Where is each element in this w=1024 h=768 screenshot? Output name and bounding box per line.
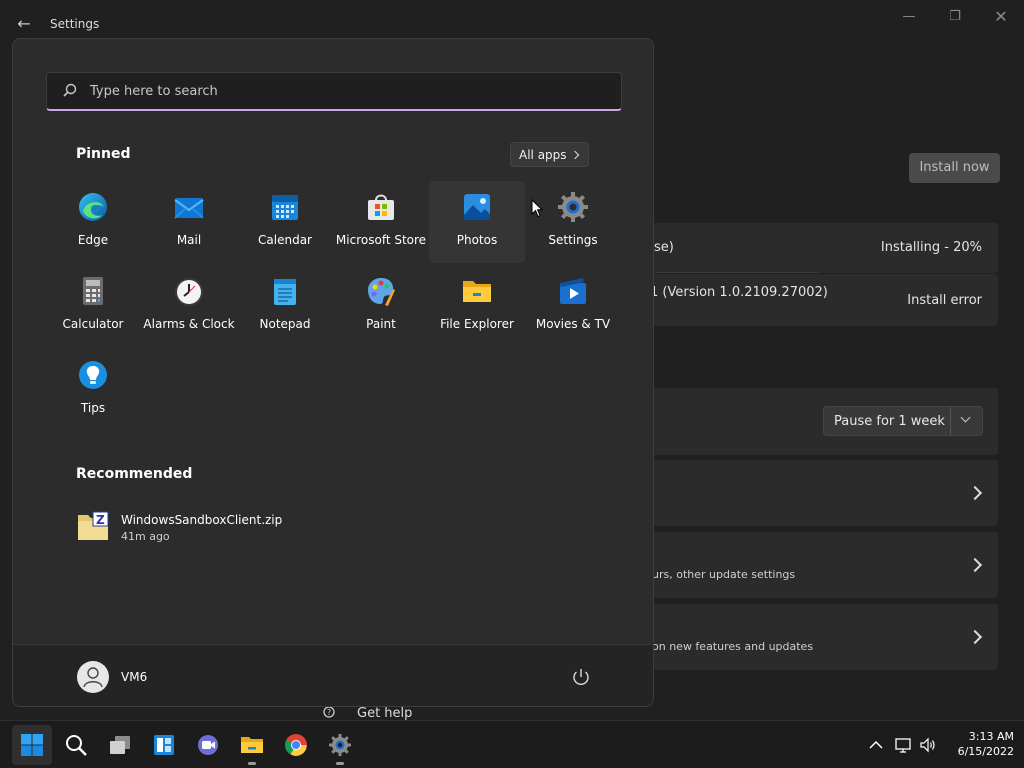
widgets-button[interactable]	[144, 725, 184, 765]
all-apps-button[interactable]: All apps	[510, 142, 589, 167]
zip-archive-icon: Z	[78, 511, 109, 540]
chrome-button[interactable]	[276, 725, 316, 765]
pinned-app-file-explorer[interactable]: File Explorer	[429, 265, 525, 347]
folder-icon	[463, 281, 491, 302]
movies-icon	[560, 278, 586, 304]
chrome-icon	[285, 734, 307, 756]
store-icon	[368, 194, 394, 220]
pinned-app-tips[interactable]: Tips	[45, 349, 141, 431]
mouse-cursor-icon	[531, 199, 543, 218]
update-item-status: Installing - 20%	[880, 240, 982, 255]
pinned-title: Pinned	[76, 146, 131, 162]
pinned-app-alarms-clock[interactable]: Alarms & Clock	[141, 265, 237, 347]
notepad-icon	[274, 279, 296, 305]
taskbar-search-button[interactable]	[56, 725, 96, 765]
pinned-app-movies-tv[interactable]: Movies & TV	[525, 265, 621, 347]
start-button[interactable]	[12, 725, 52, 765]
gear-icon	[329, 734, 351, 756]
update-progress-bar	[640, 272, 819, 273]
search-icon	[63, 83, 77, 97]
windows-logo-icon	[21, 734, 43, 756]
recommended-item-name: WindowsSandboxClient.zip	[121, 513, 283, 527]
user-icon	[83, 667, 103, 688]
chevron-right-icon	[967, 629, 983, 645]
pinned-app-mail[interactable]: Mail	[141, 181, 237, 263]
edge-icon	[79, 193, 107, 221]
start-menu: Type here to search Pinned All apps Edge…	[12, 38, 654, 707]
paint-icon	[368, 278, 395, 306]
gear-icon	[558, 192, 588, 222]
close-button[interactable]: ✕	[978, 6, 1024, 28]
pinned-app-calculator[interactable]: Calculator	[45, 265, 141, 347]
recommended-item[interactable]: Z WindowsSandboxClient.zip 41m ago	[75, 509, 295, 545]
update-item-installing: se) Installing - 20%	[640, 223, 998, 273]
chevron-right-icon	[967, 485, 983, 501]
settings-row-advanced[interactable]: urs, other update settings	[640, 532, 998, 598]
running-indicator	[248, 762, 256, 765]
row-subtitle: on new features and updates	[652, 640, 814, 653]
calculator-icon	[83, 277, 103, 305]
chevron-right-icon	[570, 150, 580, 160]
recommended-title: Recommended	[76, 466, 193, 482]
svg-text:Z: Z	[96, 513, 105, 527]
pinned-app-calendar[interactable]: Calendar	[237, 181, 333, 263]
svg-text:?: ?	[327, 708, 331, 717]
chevron-right-icon	[967, 557, 983, 573]
back-arrow-icon[interactable]: ←	[14, 14, 34, 34]
search-placeholder: Type here to search	[90, 84, 218, 99]
settings-row-history[interactable]	[640, 460, 998, 526]
install-now-button[interactable]: Install now	[909, 153, 1000, 183]
network-icon[interactable]	[894, 736, 912, 754]
update-item-status: Install error	[907, 293, 982, 308]
task-view-icon	[110, 736, 130, 754]
pinned-app-notepad[interactable]: Notepad	[237, 265, 333, 347]
pinned-app-photos[interactable]: Photos	[429, 181, 525, 263]
window-title: Settings	[50, 17, 100, 31]
clock-icon	[175, 278, 203, 306]
user-name: VM6	[121, 670, 148, 684]
start-footer: VM6	[13, 644, 653, 706]
pinned-app-settings[interactable]: Settings	[525, 181, 621, 263]
widgets-icon	[154, 735, 174, 755]
running-indicator	[336, 762, 344, 765]
update-item-name: se)	[654, 240, 674, 255]
settings-taskbar-button[interactable]	[320, 725, 360, 765]
search-input[interactable]: Type here to search	[46, 72, 622, 111]
calendar-icon	[272, 195, 298, 220]
taskbar-clock[interactable]: 3:13 AM 6/15/2022	[944, 729, 1014, 759]
photos-icon	[464, 194, 490, 220]
pause-updates-dropdown[interactable]: Pause for 1 week	[823, 406, 983, 436]
file-explorer-button[interactable]	[232, 725, 272, 765]
maximize-button[interactable]: ❐	[932, 6, 978, 28]
volume-icon[interactable]	[919, 736, 937, 754]
chevron-up-icon[interactable]	[867, 736, 885, 754]
update-item-name: 1 (Version 1.0.2109.27002)	[650, 285, 828, 300]
update-item-error: 1 (Version 1.0.2109.27002) Install error	[640, 274, 998, 326]
minimize-button[interactable]: —	[886, 6, 932, 28]
recommended-item-time: 41m ago	[121, 530, 170, 543]
search-icon	[66, 735, 87, 756]
folder-icon	[241, 737, 263, 753]
pinned-app-microsoft-store[interactable]: Microsoft Store	[333, 181, 429, 263]
pinned-app-paint[interactable]: Paint	[333, 265, 429, 347]
settings-row-insider[interactable]: on new features and updates	[640, 604, 998, 670]
chat-icon	[198, 735, 218, 755]
lightbulb-icon	[79, 361, 107, 389]
pinned-app-edge[interactable]: Edge	[45, 181, 141, 263]
clock-date: 6/15/2022	[957, 745, 1014, 758]
power-icon[interactable]	[570, 666, 592, 688]
chevron-down-icon	[960, 412, 971, 423]
avatar[interactable]	[77, 661, 109, 693]
clock-time: 3:13 AM	[968, 730, 1014, 743]
mail-icon	[174, 198, 204, 219]
taskbar: 3:13 AM 6/15/2022	[0, 720, 1024, 768]
row-subtitle: urs, other update settings	[652, 568, 796, 581]
task-view-button[interactable]	[100, 725, 140, 765]
teams-chat-button[interactable]	[188, 725, 228, 765]
pause-option-label: Pause for 1 week	[834, 414, 945, 429]
